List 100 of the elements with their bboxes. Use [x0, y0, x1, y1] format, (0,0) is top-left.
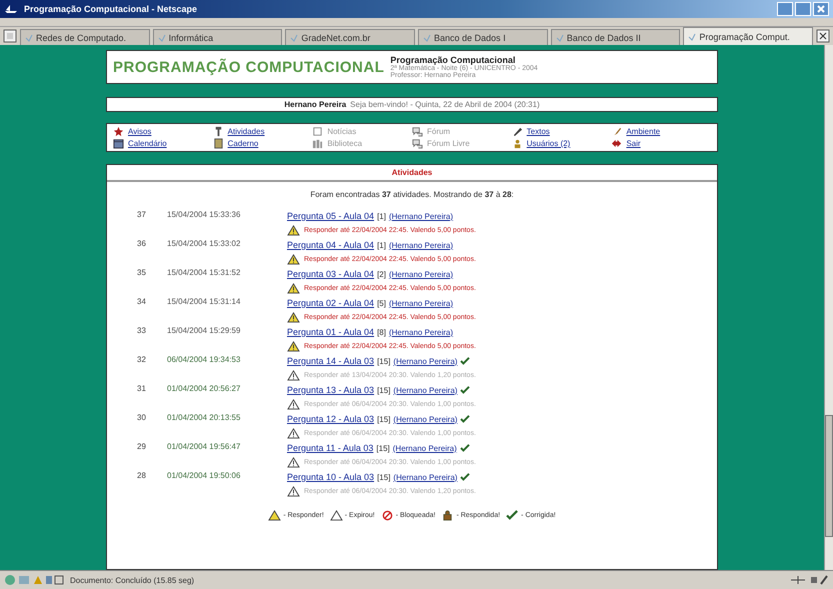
activity-link[interactable]: Pergunta 13 - Aula 03: [287, 385, 374, 395]
answer-count: [1]: [377, 240, 386, 250]
activity-link[interactable]: Pergunta 14 - Aula 03: [287, 356, 374, 366]
answer-count: [1]: [377, 212, 386, 220]
warning-icon: [287, 428, 300, 439]
browser-tab[interactable]: Banco de Dados II: [550, 29, 680, 45]
activity-link[interactable]: Pergunta 12 - Aula 03: [287, 414, 374, 424]
blocked-icon: [380, 510, 394, 521]
connection-icons-drawing: [789, 574, 829, 586]
maximize-button[interactable]: [795, 2, 811, 16]
activity-number: 35: [137, 268, 147, 279]
close-button[interactable]: [813, 2, 829, 16]
activity-link[interactable]: Pergunta 03 - Aula 04: [287, 269, 374, 279]
minimize-button[interactable]: [777, 2, 793, 16]
author-link[interactable]: (Hernano Pereira): [388, 328, 454, 336]
activity-date: 01/04/2004 19:56:47: [167, 442, 242, 453]
bubble-icon: [412, 126, 423, 137]
author-link[interactable]: (Hernano Pereira): [393, 356, 458, 366]
warning-icon: [287, 283, 300, 294]
warning-icon: [287, 457, 300, 468]
activity-date: 15/04/2004 15:31:52: [167, 268, 242, 279]
author-link[interactable]: (Hernano Pereira): [388, 240, 454, 250]
panel-title: Atividades: [107, 165, 717, 182]
activity-number: 30: [137, 413, 147, 424]
author-link[interactable]: (Hernano Pereira): [392, 444, 457, 452]
author-link[interactable]: (Hernano Pereira): [393, 386, 458, 394]
browser-tab[interactable]: GradeNet.com.br: [285, 29, 416, 45]
warning-icon: [287, 370, 300, 381]
close-tab-icon[interactable]: [816, 29, 830, 43]
author-link[interactable]: (Hernano Pereira): [388, 298, 454, 308]
activity-link[interactable]: Pergunta 10 - Aula 03: [287, 472, 374, 482]
close-icon[interactable]: [816, 4, 826, 14]
activity-date: 15/04/2004 15:31:14: [167, 297, 242, 308]
new-tab-icon[interactable]: [3, 29, 17, 43]
activity-number: 34: [137, 297, 147, 308]
course-title: Programação Computacional: [390, 55, 516, 65]
menu-link[interactable]: Ambiente: [626, 127, 660, 136]
window-title: Programação Computacional - Netscape: [24, 4, 198, 14]
answer-count: [2]: [377, 270, 386, 278]
answer-count: [15]: [377, 414, 390, 424]
activity-number: 33: [137, 326, 147, 337]
activity-date: 15/04/2004 15:29:59: [167, 326, 242, 337]
author-link[interactable]: (Hernano Pereira): [393, 472, 458, 482]
answer-count: [15]: [377, 386, 390, 394]
menu-link[interactable]: Atividades: [228, 127, 265, 136]
warning-icon: [330, 510, 343, 521]
activity-date: 01/04/2004 19:50:06: [167, 471, 242, 482]
activity-number: 31: [137, 384, 147, 395]
exit-icon: [611, 138, 622, 149]
warning-icon: [287, 225, 300, 236]
menu-link[interactable]: Textos: [526, 127, 550, 136]
warning-icon: [287, 254, 300, 265]
activity-date: 15/04/2004 15:33:02: [167, 239, 242, 250]
welcome-text: Seja bem-vindo! - Quinta, 22 de Abril de 2004 (20:31): [350, 100, 540, 109]
activity-link[interactable]: Pergunta 01 - Aula 04: [287, 327, 374, 337]
activity-number: 36: [137, 239, 147, 250]
browser-tab[interactable]: Programação Comput.: [683, 27, 814, 45]
browser-tab[interactable]: Banco de Dados I: [418, 29, 548, 45]
calendar-icon: [113, 138, 124, 149]
status-text: Documento: Concluído (15.85 seg): [70, 576, 196, 584]
answer-count: [5]: [377, 298, 386, 308]
ship-icon: [4, 4, 18, 14]
menu-link[interactable]: Calendário: [128, 139, 167, 148]
answer-count: [8]: [377, 328, 386, 336]
activity-date: 01/04/2004 20:13:55: [167, 413, 242, 424]
checkmark-icon: [506, 510, 520, 521]
author-link[interactable]: (Hernano Pereira): [388, 212, 454, 220]
author-link[interactable]: (Hernano Pereira): [388, 270, 454, 278]
menu-link[interactable]: Avisos: [128, 127, 152, 136]
activity-date: 15/04/2004 15:33:36: [167, 210, 242, 221]
warning-icon: [287, 312, 300, 323]
answer-count: [15]: [376, 444, 390, 452]
scrollbar[interactable]: [824, 45, 833, 570]
menu-link[interactable]: Usuários (2): [526, 139, 570, 148]
answer-count: [15]: [377, 472, 390, 482]
book-icon: [212, 138, 224, 149]
answer-count: [15]: [377, 356, 390, 366]
summary-text: Foram encontradas 37 atividades. Mostrando de 37 à 28:: [309, 189, 515, 201]
activity-number: 37: [137, 210, 147, 221]
pen-icon: [512, 126, 523, 137]
author-link[interactable]: (Hernano Pereira): [393, 414, 458, 424]
menu-link[interactable]: Sair: [626, 139, 641, 148]
browser-tab[interactable]: Redes de Computado.: [20, 29, 150, 45]
activity-link[interactable]: Pergunta 04 - Aula 04: [287, 240, 374, 250]
activity-number: 32: [137, 355, 147, 366]
warning-icon: [287, 341, 300, 352]
activity-link[interactable]: Pergunta 05 - Aula 04: [287, 211, 374, 221]
warning-icon: [268, 510, 282, 521]
activity-number: 29: [137, 442, 147, 453]
bubble-icon: [412, 138, 423, 149]
menu-link[interactable]: Caderno: [228, 139, 258, 148]
activity-link[interactable]: Pergunta 11 - Aula 03: [287, 443, 374, 453]
paper-icon: [312, 126, 324, 137]
books-icon: [312, 138, 324, 149]
browser-tab[interactable]: Informática: [152, 29, 282, 45]
activity-link[interactable]: Pergunta 02 - Aula 04: [287, 298, 374, 308]
status-icons-drawing: [4, 574, 64, 586]
warning-icon: [287, 399, 300, 410]
star-icon: [113, 126, 124, 137]
activity-number: 28: [137, 471, 147, 482]
